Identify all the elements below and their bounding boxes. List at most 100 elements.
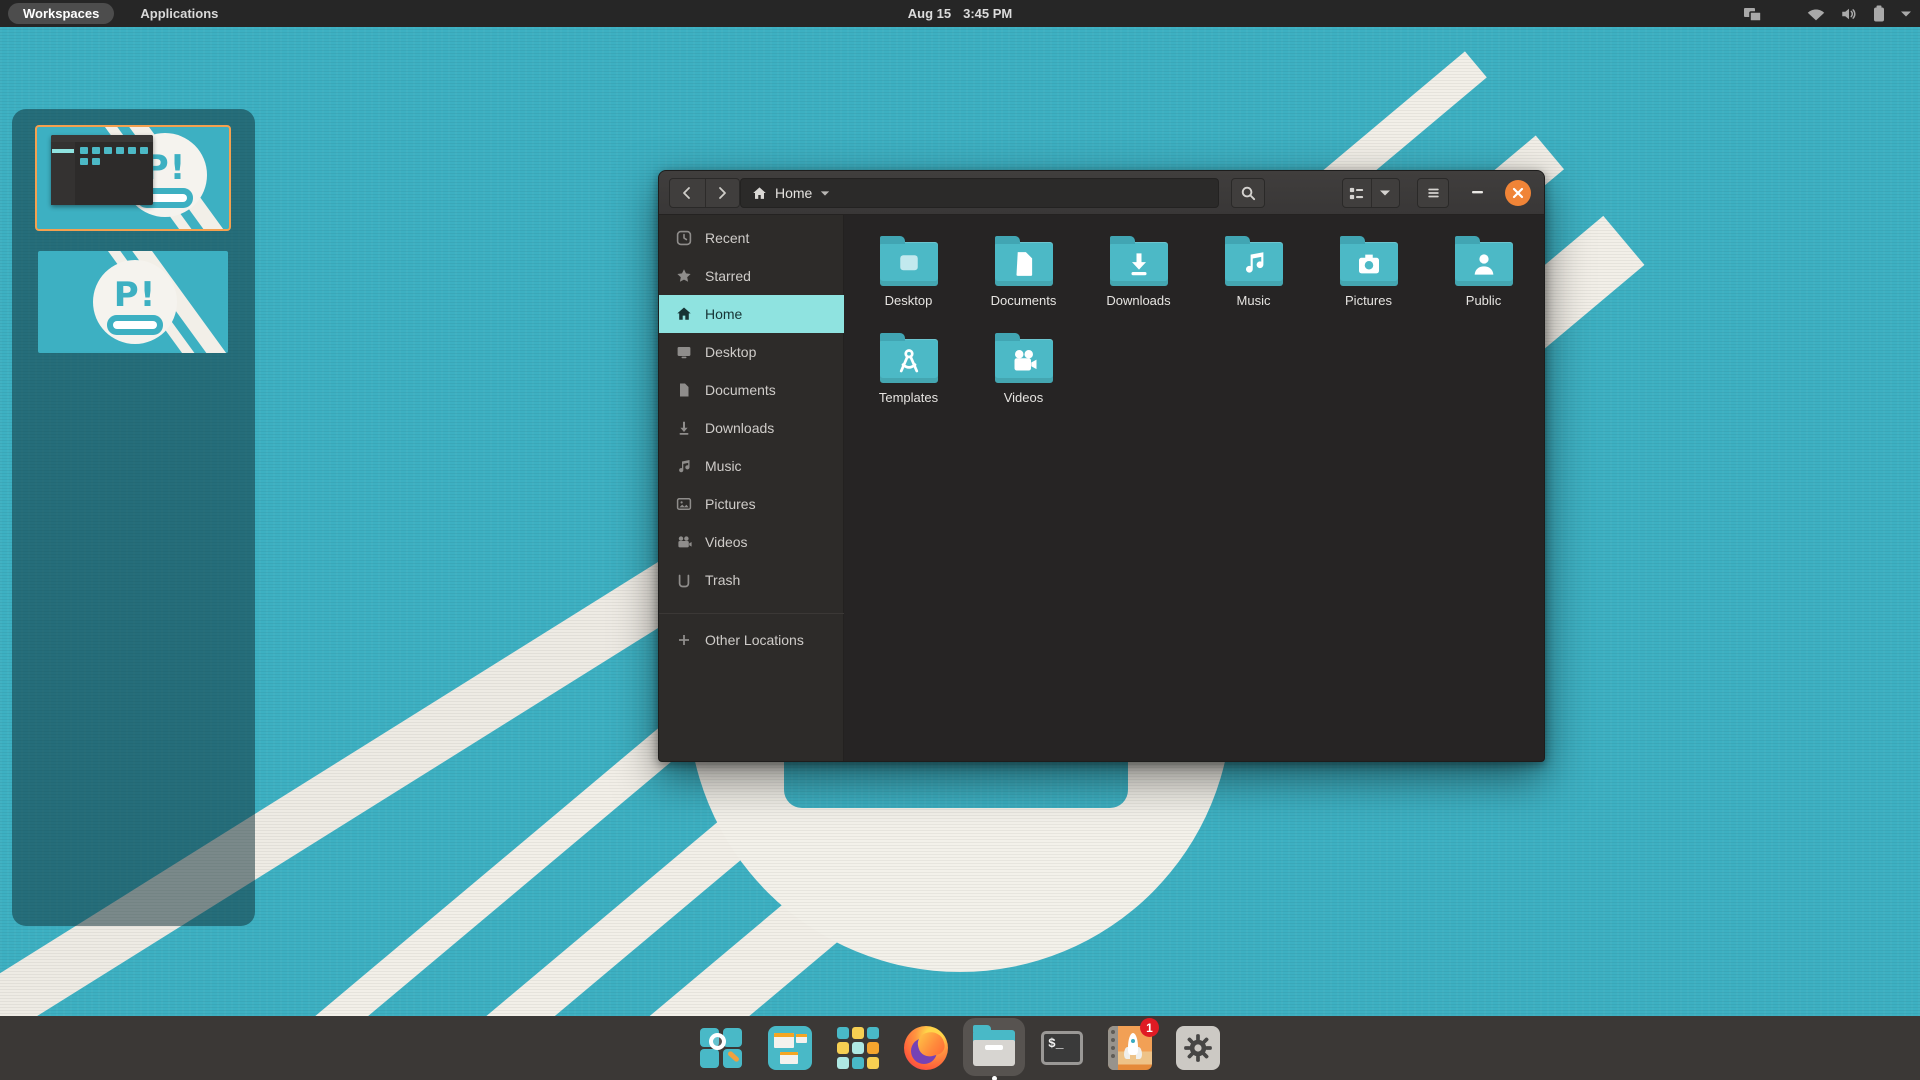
close-button[interactable] — [1505, 180, 1531, 206]
icon-grid: Desktop Documents Downloads Music Pictur… — [851, 227, 1544, 421]
folder-pictures-emblem — [1358, 254, 1379, 274]
file-item-documents[interactable]: Documents — [966, 227, 1081, 324]
nav-buttons — [669, 178, 740, 208]
clock[interactable]: Aug 15 3:45 PM — [0, 6, 1920, 21]
running-indicator-dot — [992, 1076, 997, 1080]
dock-item-settings[interactable] — [1175, 1025, 1221, 1071]
folder-documents-emblem — [1016, 252, 1032, 276]
thumb-window-preview — [51, 135, 153, 205]
places-sidebar: Recent Starred Home Desktop Documents Do… — [659, 215, 844, 761]
files-window: Home Recent Starred Home Desktop Documen… — [658, 170, 1545, 762]
sidebar-item-trash[interactable]: Trash — [659, 561, 844, 599]
recent-icon — [676, 230, 692, 246]
clock-time: 3:45 PM — [963, 6, 1013, 21]
path-bar[interactable]: Home — [740, 178, 1219, 208]
sidebar-item-home[interactable]: Home — [659, 295, 844, 333]
thumb-logo-bar — [113, 321, 157, 329]
sidebar-item-desktop[interactable]: Desktop — [659, 333, 844, 371]
file-label: Public — [1465, 293, 1502, 308]
folder-videos-emblem — [1014, 350, 1036, 371]
sidebar-item-downloads[interactable]: Downloads — [659, 409, 844, 447]
view-dropdown-button[interactable] — [1370, 179, 1399, 207]
search-icon — [1241, 186, 1255, 200]
sidebar-item-label: Videos — [705, 534, 748, 550]
top-panel: Workspaces Applications Aug 15 3:45 PM — [0, 0, 1920, 27]
sidebar-item-other-locations[interactable]: Other Locations — [659, 621, 844, 659]
forward-button[interactable] — [704, 179, 740, 207]
sidebar-item-label: Recent — [705, 230, 750, 246]
menu-chevron-icon[interactable] — [1900, 10, 1912, 18]
system-tray[interactable] — [1743, 0, 1912, 27]
search-button[interactable] — [1231, 178, 1265, 208]
dock-item-workspaces[interactable] — [767, 1025, 813, 1071]
sidebar-item-label: Pictures — [705, 496, 756, 512]
dock-item-pop-launcher[interactable] — [699, 1025, 745, 1071]
file-label: Templates — [878, 390, 939, 405]
file-item-templates[interactable]: Templates — [851, 324, 966, 421]
home-icon — [753, 186, 766, 199]
dock-item-applications[interactable] — [835, 1025, 881, 1071]
chevron-down-icon — [821, 190, 830, 196]
close-icon — [1512, 187, 1524, 199]
trash-icon — [678, 574, 690, 588]
dock: $_ 1 — [0, 1016, 1920, 1080]
view-options — [1342, 178, 1400, 208]
view-mode-button[interactable] — [1343, 179, 1371, 207]
sidebar-item-label: Downloads — [705, 420, 775, 436]
file-item-desktop[interactable]: Desktop — [851, 227, 966, 324]
folder-templates-emblem — [899, 349, 918, 373]
volume-icon[interactable] — [1840, 6, 1858, 22]
workspace-thumbnail-2[interactable]: P! — [38, 251, 228, 353]
folder-downloads-emblem — [1131, 253, 1146, 276]
file-item-pictures[interactable]: Pictures — [1311, 227, 1426, 324]
sidebar-item-documents[interactable]: Documents — [659, 371, 844, 409]
battery-icon[interactable] — [1873, 5, 1885, 22]
sidebar-item-videos[interactable]: Videos — [659, 523, 844, 561]
folder-music-emblem — [1245, 252, 1263, 273]
file-item-music[interactable]: Music — [1196, 227, 1311, 324]
display-layout-icon[interactable] — [1743, 6, 1763, 22]
settings-icon — [1176, 1026, 1220, 1070]
dock-item-pop-shop[interactable]: 1 — [1107, 1018, 1159, 1071]
files-app-icon — [973, 1025, 1015, 1066]
back-button[interactable] — [670, 179, 705, 207]
file-label: Videos — [1003, 390, 1044, 405]
thumb-logo: P! — [93, 260, 177, 344]
menu-button[interactable] — [1417, 178, 1449, 208]
minimize-button[interactable] — [1465, 178, 1491, 208]
rocket-icon — [1124, 1031, 1142, 1065]
workspace-thumbnail-1[interactable]: P! — [35, 125, 231, 231]
sidebar-item-music[interactable]: Music — [659, 447, 844, 485]
home-icon — [677, 307, 691, 320]
file-label: Downloads — [1106, 293, 1171, 308]
file-view[interactable]: Desktop Documents Downloads Music Pictur… — [844, 215, 1544, 761]
sidebar-item-label: Home — [705, 306, 743, 322]
file-item-public[interactable]: Public — [1426, 227, 1541, 324]
desktop-icon — [677, 347, 691, 359]
sidebar-separator — [659, 613, 844, 614]
sidebar-item-recent[interactable]: Recent — [659, 219, 844, 257]
path-location-button[interactable]: Home — [741, 179, 841, 207]
wifi-icon[interactable] — [1807, 7, 1825, 21]
path-location-label: Home — [775, 185, 813, 201]
terminal-prompt: $_ — [1048, 1036, 1064, 1051]
clock-date: Aug 15 — [907, 6, 952, 21]
file-item-downloads[interactable]: Downloads — [1081, 227, 1196, 324]
sidebar-item-label: Starred — [705, 268, 751, 284]
sidebar-item-starred[interactable]: Starred — [659, 257, 844, 295]
pop-launcher-icon — [700, 1026, 744, 1070]
window-header-bar[interactable]: Home — [659, 171, 1544, 215]
terminal-icon: $_ — [1041, 1031, 1083, 1065]
sidebar-item-pictures[interactable]: Pictures — [659, 485, 844, 523]
folder-desktop-emblem — [899, 255, 918, 271]
dock-item-files[interactable] — [963, 1018, 1025, 1080]
workspace-switcher-panel: P! P! — [12, 109, 255, 926]
dock-item-terminal[interactable]: $_ — [1039, 1025, 1085, 1071]
dock-item-firefox[interactable] — [903, 1025, 949, 1071]
file-item-videos[interactable]: Videos — [966, 324, 1081, 421]
plus-icon — [679, 635, 689, 645]
workspaces-overview-icon — [768, 1026, 812, 1070]
folder-public-emblem — [1474, 254, 1493, 275]
picture-icon — [676, 498, 692, 510]
applications-grid-icon — [836, 1026, 880, 1070]
